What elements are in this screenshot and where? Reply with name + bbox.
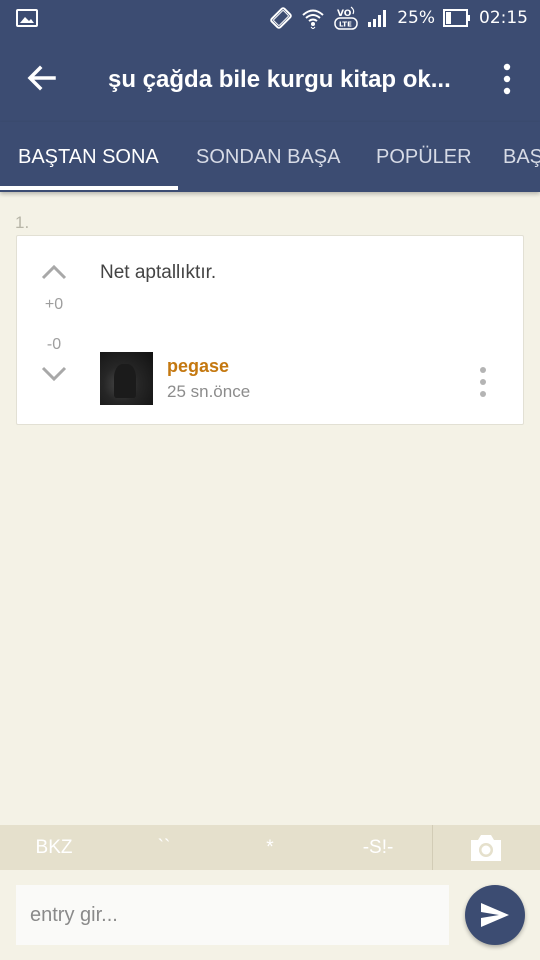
chevron-down-icon <box>41 366 67 382</box>
volte-icon: VO LTE <box>333 5 359 31</box>
rotate-icon <box>269 6 293 30</box>
asterisk-button[interactable]: * <box>230 825 310 870</box>
more-vert-icon <box>480 367 486 397</box>
hidden-bkz-button[interactable]: `` <box>124 825 204 870</box>
bkz-button[interactable]: BKZ <box>14 825 94 870</box>
author-link[interactable]: pegase <box>167 356 229 377</box>
entry-menu-button[interactable] <box>473 366 493 398</box>
upvote-count: +0 <box>44 296 64 313</box>
status-bar: VO LTE 25% 02:15 <box>0 0 540 36</box>
send-button[interactable] <box>465 885 525 945</box>
wifi-icon <box>301 7 325 29</box>
chevron-up-icon <box>41 264 67 280</box>
svg-text:LTE: LTE <box>339 21 352 29</box>
tab-indicator <box>0 186 178 190</box>
downvote-count: -0 <box>46 336 62 353</box>
entry-number: 1. <box>15 213 30 232</box>
back-arrow-icon <box>27 65 56 91</box>
more-options-button[interactable] <box>494 62 520 96</box>
format-toolbar: BKZ `` * -S!- <box>0 825 540 870</box>
more-vert-icon <box>503 63 511 95</box>
downvote-button[interactable] <box>39 362 69 386</box>
signal-icon <box>367 9 389 27</box>
upvote-button[interactable] <box>39 260 69 284</box>
entry-card: +0 -0 Net aptallıktır. pegase 25 sn.önce <box>16 235 524 425</box>
app-bar: şu çağda bile kurgu kitap ok... <box>0 36 540 122</box>
back-button[interactable] <box>24 60 60 96</box>
battery-percent: 25% <box>397 8 435 28</box>
tab-bastan-sona[interactable]: BAŞTAN SONA <box>0 122 177 192</box>
tab-sondan-basa[interactable]: SONDAN BAŞA <box>178 122 358 192</box>
clock: 02:15 <box>479 8 528 28</box>
entry-time[interactable]: 25 sn.önce <box>167 382 250 402</box>
spoiler-button[interactable]: -S!- <box>338 825 418 870</box>
avatar[interactable] <box>100 352 153 405</box>
entry-input[interactable] <box>16 885 449 945</box>
entry-text: Net aptallıktır. <box>100 262 217 283</box>
tab-bas[interactable]: BAŞ <box>485 122 540 192</box>
tab-populer[interactable]: POPÜLER <box>358 122 490 192</box>
composer <box>0 870 540 960</box>
tab-bar: BAŞTAN SONA SONDAN BAŞA POPÜLER BAŞ <box>0 122 540 192</box>
battery-icon <box>443 9 471 27</box>
send-icon <box>481 903 509 927</box>
image-icon <box>16 9 38 32</box>
page-title: şu çağda bile kurgu kitap ok... <box>108 66 451 93</box>
camera-icon <box>471 835 501 861</box>
camera-button[interactable] <box>468 833 504 863</box>
toolbar-divider <box>432 825 433 870</box>
